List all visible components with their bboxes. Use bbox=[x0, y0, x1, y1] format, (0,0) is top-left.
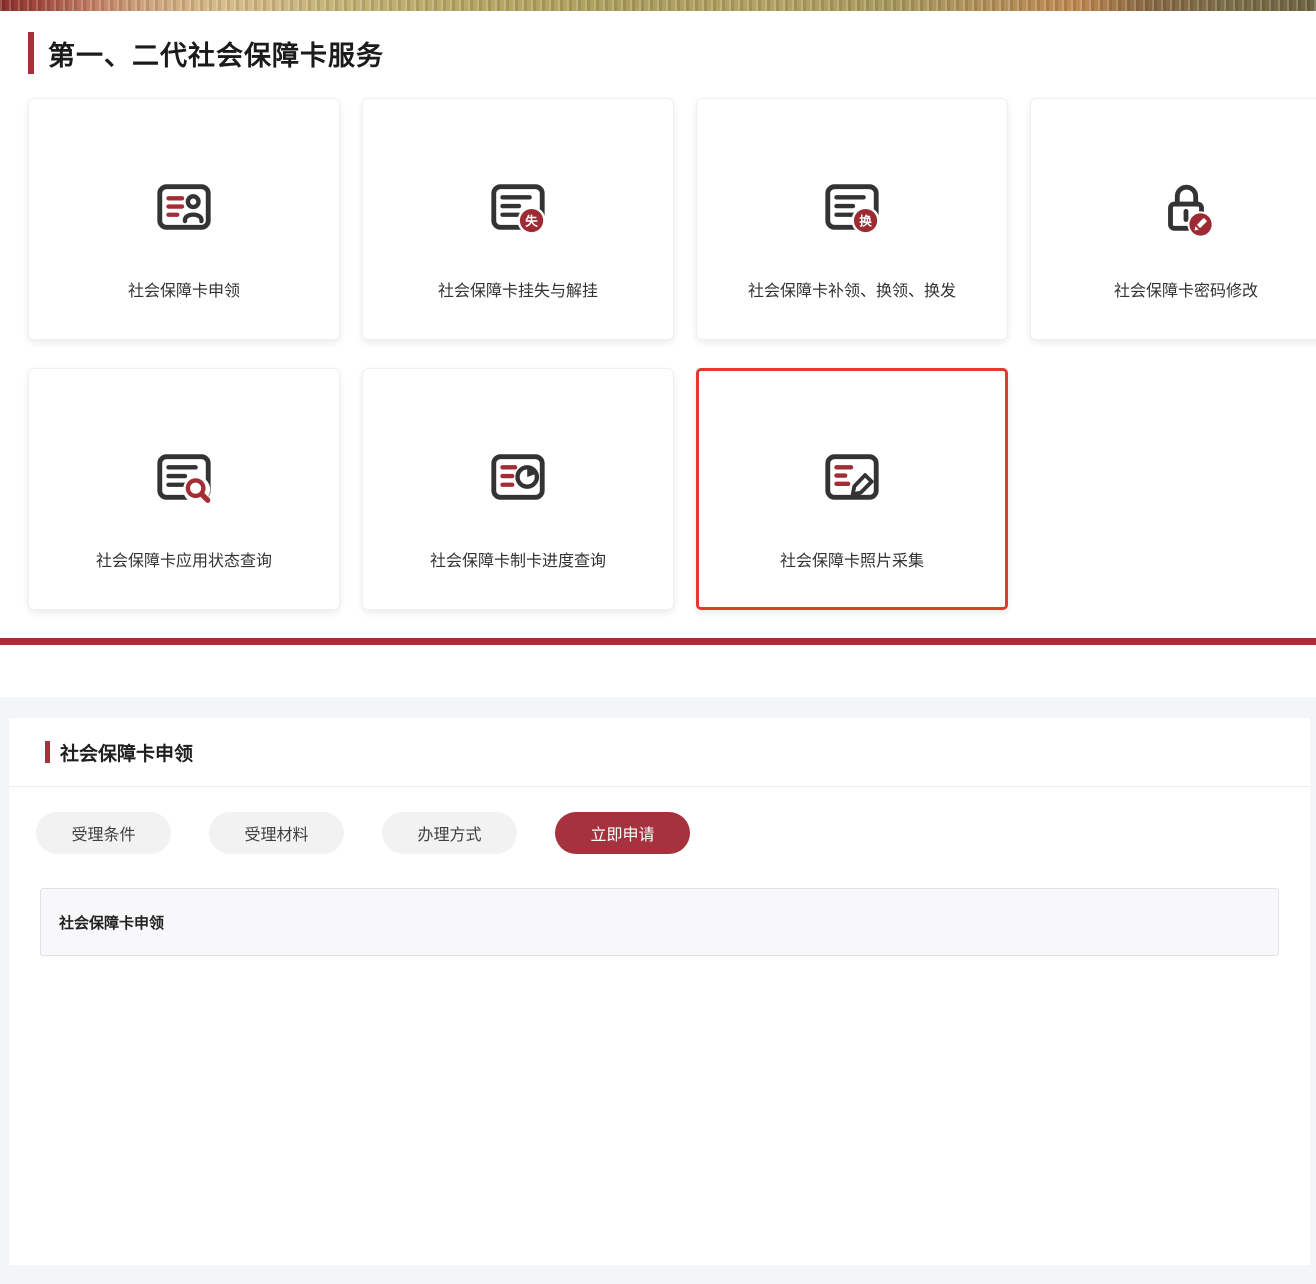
services-section: 第一、二代社会保障卡服务 社会保障卡申领 bbox=[0, 11, 1316, 610]
service-card-photo-collection[interactable]: 社会保障卡照片采集 bbox=[696, 368, 1008, 610]
card-loss-badge-icon: 失 bbox=[487, 175, 549, 239]
service-card-grid: 社会保障卡申领 失 社会保障卡挂失与解挂 bbox=[28, 98, 1316, 610]
tab-acceptance-conditions[interactable]: 受理条件 bbox=[36, 812, 171, 854]
apply-tabs: 受理条件 受理材料 办理方式 立即申请 bbox=[36, 812, 1310, 854]
red-section-divider bbox=[0, 638, 1316, 645]
tab-acceptance-materials[interactable]: 受理材料 bbox=[209, 812, 344, 854]
card-search-icon bbox=[153, 445, 215, 509]
card-person-icon bbox=[153, 175, 215, 239]
service-card-replace[interactable]: 换 社会保障卡补领、换领、换发 bbox=[696, 98, 1008, 340]
services-section-header: 第一、二代社会保障卡服务 bbox=[28, 32, 1316, 74]
apply-section-background: 社会保障卡申领 受理条件 受理材料 办理方式 立即申请 社会保障卡申领 bbox=[0, 697, 1316, 1284]
services-section-title: 第一、二代社会保障卡服务 bbox=[48, 34, 384, 73]
service-card-status-query[interactable]: 社会保障卡应用状态查询 bbox=[28, 368, 340, 610]
tab-handling-method[interactable]: 办理方式 bbox=[382, 812, 517, 854]
apply-panel: 社会保障卡申领 受理条件 受理材料 办理方式 立即申请 社会保障卡申领 bbox=[9, 718, 1310, 1265]
loss-badge-char: 失 bbox=[525, 213, 538, 228]
service-card-label: 社会保障卡照片采集 bbox=[780, 547, 924, 571]
apply-content-box: 社会保障卡申领 bbox=[40, 888, 1279, 956]
card-progress-clock-icon bbox=[487, 445, 549, 509]
apply-panel-title: 社会保障卡申领 bbox=[60, 739, 193, 766]
decorative-photo-strip bbox=[0, 0, 1316, 11]
service-card-password[interactable]: 社会保障卡密码修改 bbox=[1030, 98, 1316, 340]
lock-edit-badge-icon bbox=[1155, 175, 1217, 239]
apply-panel-header: 社会保障卡申领 bbox=[9, 718, 1310, 787]
replace-badge-char: 换 bbox=[859, 213, 872, 228]
service-card-label: 社会保障卡申领 bbox=[128, 277, 240, 301]
service-card-label: 社会保障卡密码修改 bbox=[1114, 277, 1258, 301]
service-card-loss-report[interactable]: 失 社会保障卡挂失与解挂 bbox=[362, 98, 674, 340]
service-card-label: 社会保障卡挂失与解挂 bbox=[438, 277, 598, 301]
service-card-progress-query[interactable]: 社会保障卡制卡进度查询 bbox=[362, 368, 674, 610]
apply-content-heading: 社会保障卡申领 bbox=[59, 912, 164, 933]
service-card-apply[interactable]: 社会保障卡申领 bbox=[28, 98, 340, 340]
service-card-label: 社会保障卡补领、换领、换发 bbox=[748, 277, 956, 301]
service-card-label: 社会保障卡制卡进度查询 bbox=[430, 547, 606, 571]
card-photo-edit-icon bbox=[821, 445, 883, 509]
service-card-label: 社会保障卡应用状态查询 bbox=[96, 547, 272, 571]
title-accent-bar bbox=[28, 32, 34, 74]
tab-apply-now[interactable]: 立即申请 bbox=[555, 812, 690, 854]
card-replace-badge-icon: 换 bbox=[821, 175, 883, 239]
title-accent-bar bbox=[45, 741, 50, 763]
